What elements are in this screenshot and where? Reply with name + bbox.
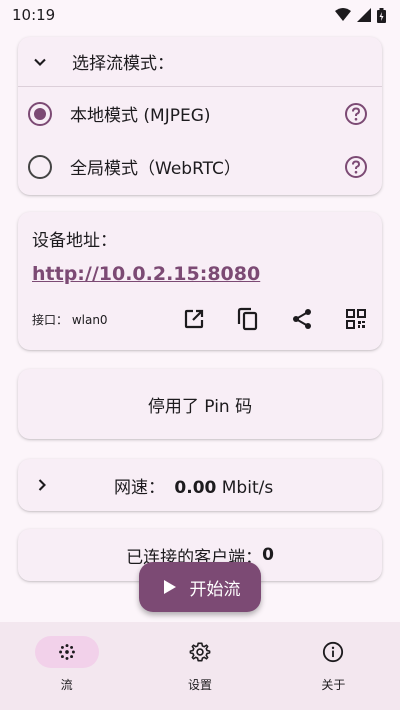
wifi-icon [335, 8, 351, 21]
address-actions-row: 接口： wlan0 [32, 307, 368, 331]
help-icon[interactable] [344, 102, 368, 126]
webrtc-label: 全局模式（WebRTC） [70, 159, 241, 179]
network-speed-value: 0.00 [174, 477, 217, 498]
play-icon [163, 580, 176, 594]
pin-status-label: 停用了 Pin 码 [147, 396, 253, 417]
device-address-link[interactable]: http://10.0.2.15:8080 [32, 263, 260, 285]
nav-label-about: 关于 [321, 678, 346, 692]
network-speed-text: 网速： 0.00 Mbit/s [114, 473, 273, 498]
battery-icon [377, 7, 386, 23]
nav-pill-stream[interactable] [34, 636, 99, 668]
bottom-navigation: 流 设置 关于 [0, 622, 400, 710]
copy-icon[interactable] [236, 307, 260, 331]
status-icons [335, 7, 386, 23]
start-stream-button[interactable]: 开始流 [139, 562, 261, 612]
interface-label: 接口： wlan0 [32, 312, 108, 327]
nav-pill-about[interactable] [301, 636, 365, 668]
network-speed-card[interactable]: 网速： 0.00 Mbit/s [18, 459, 382, 511]
status-time: 10:19 [12, 6, 56, 24]
start-stream-label: 开始流 [189, 579, 241, 600]
nav-label-stream: 流 [60, 678, 73, 692]
mjpeg-label: 本地模式 (MJPEG) [70, 106, 211, 126]
mode-option-mjpeg[interactable]: 本地模式 (MJPEG) [18, 87, 382, 140]
qr-code-icon[interactable] [344, 307, 368, 331]
mjpeg-radio[interactable] [28, 101, 52, 126]
webrtc-radio[interactable] [28, 154, 52, 179]
stream-icon [58, 644, 75, 660]
info-icon [323, 641, 344, 663]
chevron-right-icon[interactable] [32, 475, 52, 495]
network-speed-label: 网速： [114, 477, 165, 498]
nav-item-stream[interactable]: 流 [0, 622, 133, 710]
signal-icon [357, 8, 371, 22]
nav-item-about[interactable]: 关于 [267, 622, 400, 710]
chevron-down-icon[interactable] [30, 52, 50, 72]
connected-clients-count: 0 [262, 545, 274, 565]
nav-label-settings: 设置 [187, 678, 212, 692]
nav-item-settings[interactable]: 设置 [133, 622, 266, 710]
mode-option-webrtc[interactable]: 全局模式（WebRTC） [18, 140, 382, 193]
pin-status-card[interactable]: 停用了 Pin 码 [18, 369, 382, 439]
stream-mode-card: 选择流模式： 本地模式 (MJPEG) 全局模式（WebRTC） [18, 37, 382, 195]
gear-icon [189, 642, 211, 662]
status-bar: 10:19 [0, 0, 400, 30]
stream-mode-header[interactable]: 选择流模式： [18, 37, 382, 87]
network-speed-unit: Mbit/s [221, 477, 274, 498]
nav-pill-settings[interactable] [168, 636, 232, 668]
device-address-card: 设备地址： http://10.0.2.15:8080 接口： wlan0 [18, 212, 382, 350]
share-icon[interactable] [290, 307, 314, 331]
open-external-icon[interactable] [182, 307, 206, 331]
device-address-title: 设备地址： [32, 231, 117, 251]
stream-mode-title: 选择流模式： [72, 54, 174, 74]
help-icon[interactable] [344, 155, 368, 179]
